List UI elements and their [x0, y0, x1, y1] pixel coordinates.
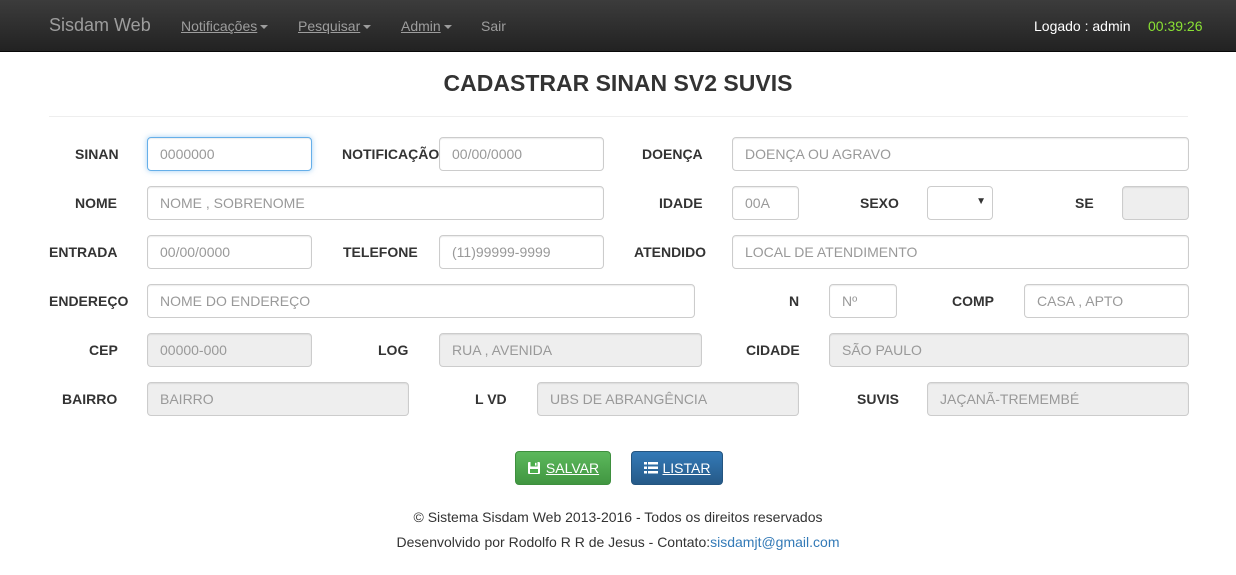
suvis-label: SUVIS	[857, 391, 900, 407]
se-input[interactable]	[1122, 186, 1189, 220]
log-label: LOG	[378, 342, 409, 358]
save-button[interactable]: SALVAR	[515, 451, 611, 485]
se-label: SE	[1075, 195, 1094, 211]
menu-pesquisar-label: Pesquisar	[298, 18, 361, 34]
sinan-input[interactable]	[147, 137, 312, 171]
session-clock: 00:39:26	[1148, 18, 1203, 34]
menu-admin[interactable]: Admin	[401, 18, 452, 34]
nome-label: NOME	[75, 195, 117, 211]
title-divider	[49, 116, 1188, 117]
doenca-input[interactable]	[732, 137, 1189, 171]
telefone-label: TELEFONE	[343, 244, 418, 260]
cidade-input[interactable]	[829, 333, 1189, 367]
caret-down-icon	[260, 25, 269, 30]
telefone-input[interactable]	[439, 235, 604, 269]
top-navbar: Sisdam Web Notificações Pesquisar Admin …	[0, 0, 1236, 52]
doenca-label: DOENÇA	[642, 146, 703, 162]
menu-admin-label: Admin	[401, 18, 441, 34]
suvis-input[interactable]	[927, 382, 1189, 416]
bairro-label: BAIRRO	[62, 391, 118, 407]
endereco-label: ENDEREÇO	[49, 293, 129, 309]
caret-down-icon	[363, 25, 372, 30]
menu-notificacoes-label: Notificações	[181, 18, 258, 34]
list-button[interactable]: LISTAR	[631, 451, 723, 485]
endereco-input[interactable]	[147, 284, 695, 318]
cep-label: CEP	[89, 342, 118, 358]
footer-copyright: © Sistema Sisdam Web 2013-2016 - Todos o…	[413, 509, 823, 525]
numero-label: N	[789, 293, 800, 309]
caret-down-icon	[443, 25, 452, 30]
save-button-label: SALVAR	[545, 460, 600, 476]
footer-dev-text: Desenvolvido por Rodolfo R R de Jesus - …	[396, 534, 711, 550]
lvd-label: L VD	[475, 391, 507, 407]
menu-notificacoes[interactable]: Notificações	[181, 18, 269, 34]
notificacao-label: NOTIFICAÇÃO	[342, 146, 440, 162]
page-title: CADASTRAR SINAN SV2 SUVIS	[443, 70, 793, 96]
list-icon	[643, 462, 658, 474]
idade-input[interactable]	[732, 186, 799, 220]
contact-email-link[interactable]: sisdamjt@gmail.com	[710, 534, 839, 550]
brand-link[interactable]: Sisdam Web	[49, 15, 151, 36]
atendido-label: ATENDIDO	[634, 244, 707, 260]
select-arrow-icon: ▼	[976, 196, 986, 207]
notificacao-input[interactable]	[439, 137, 604, 171]
sinan-label: SINAN	[75, 146, 119, 162]
lvd-input[interactable]	[537, 382, 799, 416]
numero-input[interactable]	[829, 284, 897, 318]
cidade-label: CIDADE	[746, 342, 800, 358]
idade-label: IDADE	[659, 195, 703, 211]
list-button-label: LISTAR	[662, 460, 711, 476]
sexo-select[interactable]: ▼	[927, 186, 993, 220]
atendido-input[interactable]	[732, 235, 1189, 269]
menu-sair[interactable]: Sair	[481, 18, 506, 34]
log-input[interactable]	[439, 333, 702, 367]
comp-input[interactable]	[1024, 284, 1189, 318]
footer-credits: Desenvolvido por Rodolfo R R de Jesus - …	[0, 534, 1236, 550]
entrada-label: ENTRADA	[49, 244, 118, 260]
comp-label: COMP	[952, 293, 994, 309]
cep-input[interactable]	[147, 333, 312, 367]
floppy-icon	[527, 462, 540, 474]
nome-input[interactable]	[147, 186, 604, 220]
logged-user: Logado : admin	[1034, 18, 1131, 34]
menu-pesquisar[interactable]: Pesquisar	[298, 18, 372, 34]
bairro-input[interactable]	[147, 382, 409, 416]
entrada-input[interactable]	[147, 235, 312, 269]
sexo-label: SEXO	[860, 195, 899, 211]
